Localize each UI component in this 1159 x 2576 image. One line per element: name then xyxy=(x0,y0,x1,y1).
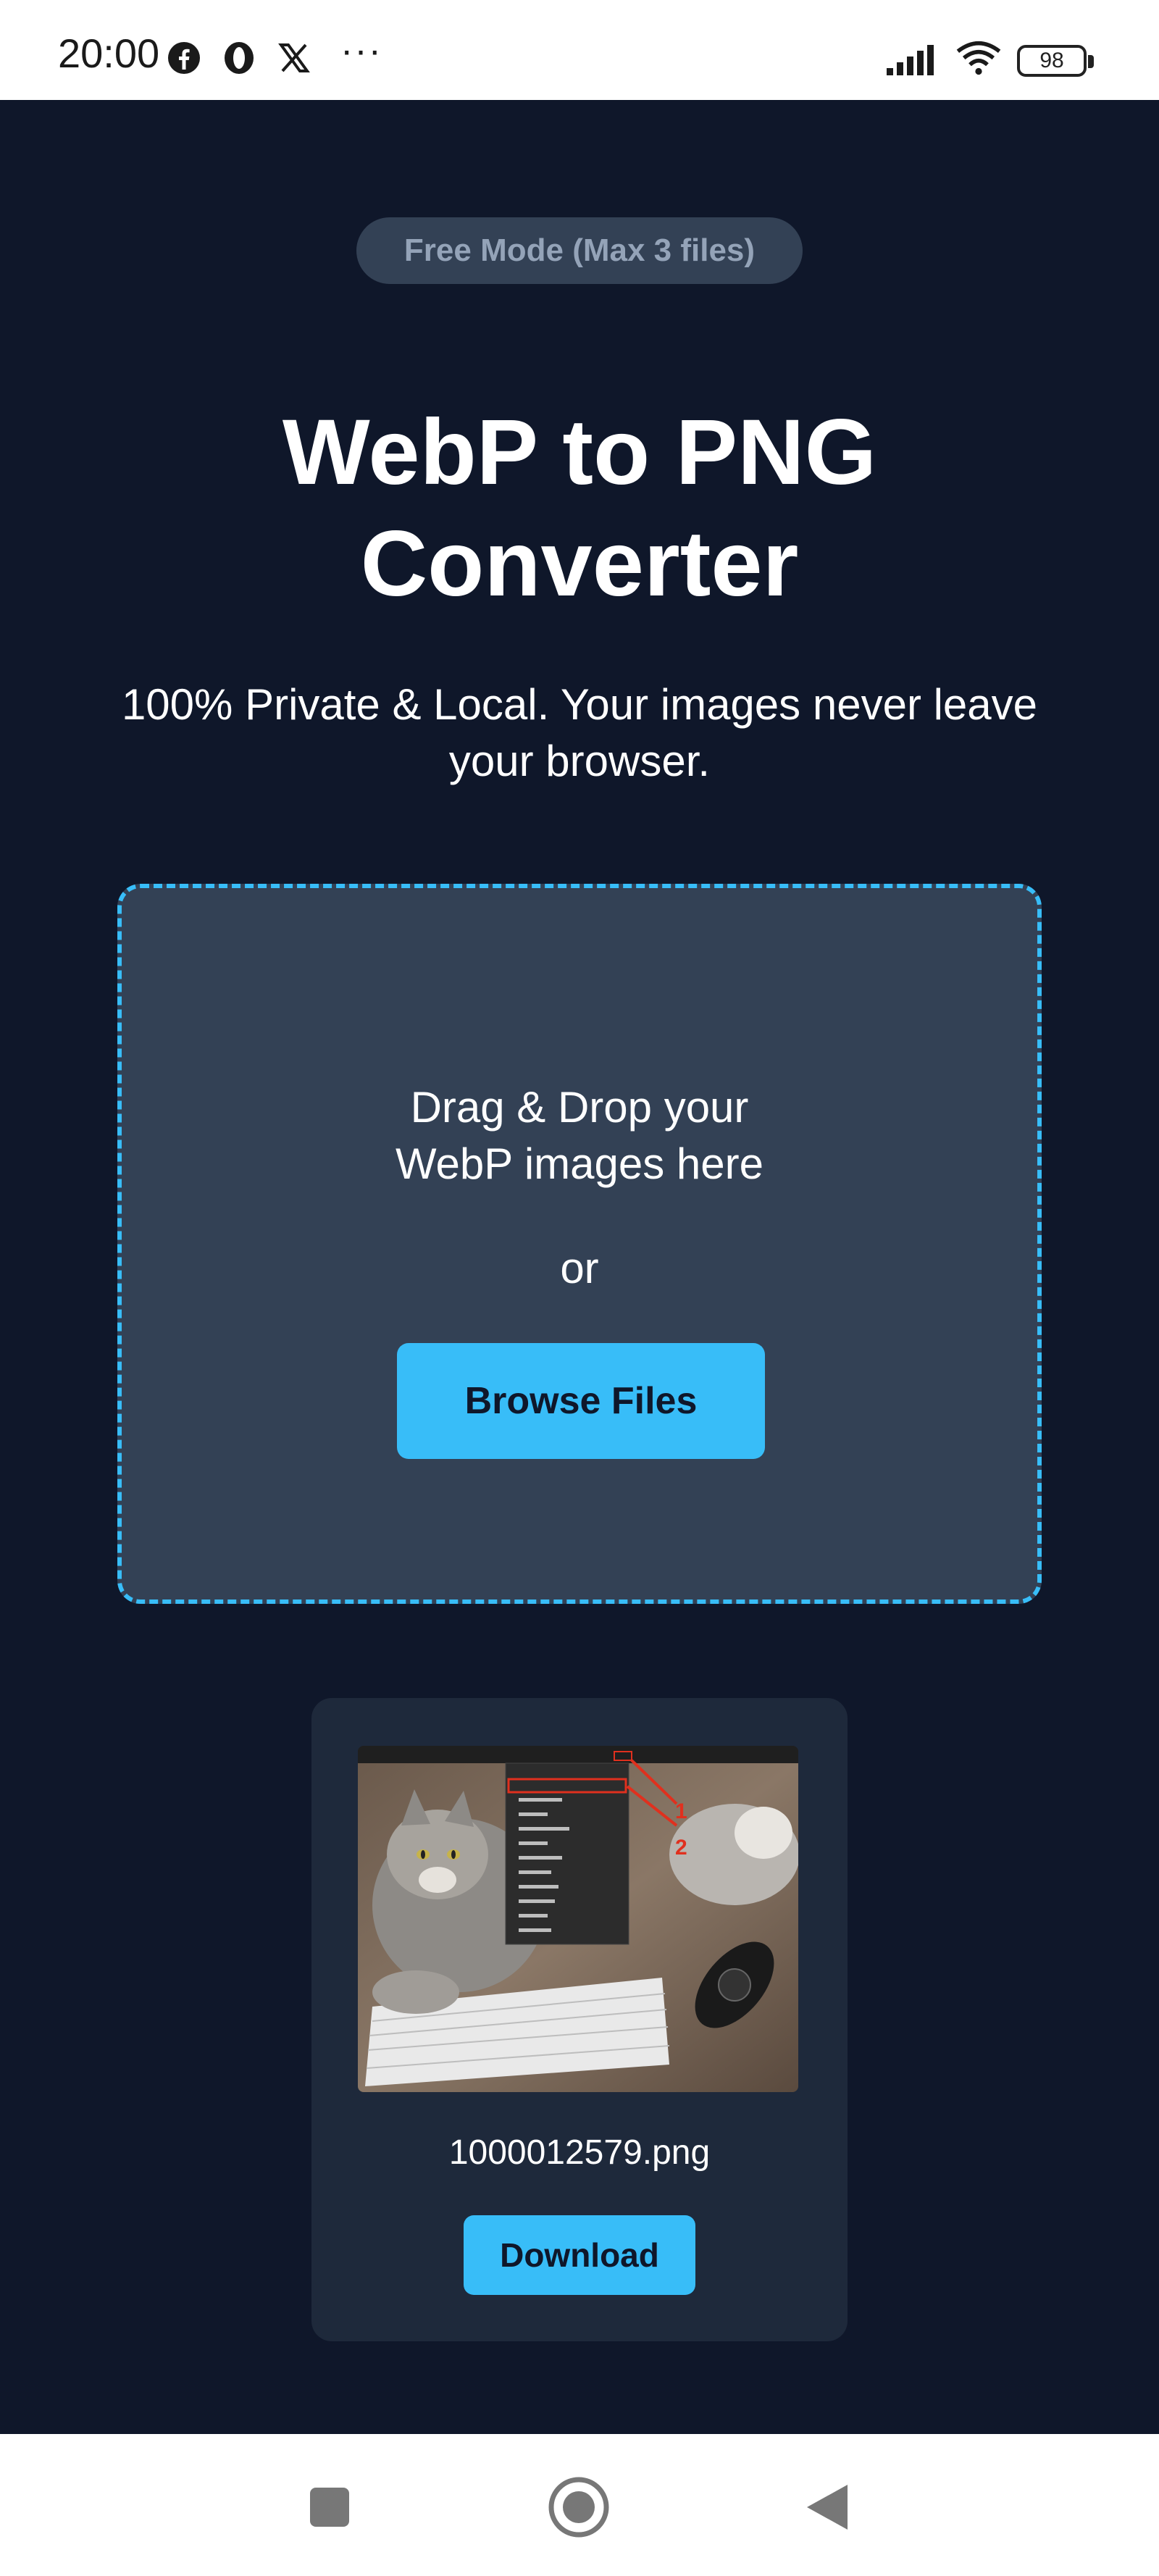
navigation-bar xyxy=(0,2434,1159,2576)
svg-text:2: 2 xyxy=(675,1836,687,1860)
mode-badge: Free Mode (Max 3 files) xyxy=(356,217,803,284)
opera-icon xyxy=(225,42,254,74)
page-title: WebP to PNG Converter xyxy=(282,401,877,616)
recents-icon[interactable] xyxy=(297,2475,362,2540)
facebook-icon xyxy=(168,42,200,74)
wifi-icon xyxy=(956,41,1001,75)
result-card: 1 2 1000012579.png Download xyxy=(311,1698,848,2341)
battery-tip xyxy=(1088,55,1094,68)
drop-zone-text: Drag & Drop your WebP images here xyxy=(395,1083,764,1188)
drop-zone[interactable]: Drag & Drop your WebP images here or Bro… xyxy=(117,884,1042,1604)
signal-icon xyxy=(887,45,934,75)
cat-photo-thumbnail: 1 2 xyxy=(358,1746,798,2092)
back-icon[interactable] xyxy=(797,2475,862,2540)
x-icon xyxy=(278,43,310,72)
status-time: 20:00 xyxy=(58,30,160,76)
drop-zone-or: or xyxy=(560,1244,599,1292)
more-notifications: ··· xyxy=(340,30,382,72)
battery-level: 98 xyxy=(1039,49,1064,72)
page-subtitle: 100% Private & Local. Your images never … xyxy=(121,680,1038,785)
battery-icon: 98 xyxy=(1017,45,1087,77)
download-button[interactable]: Download xyxy=(464,2215,695,2295)
browse-files-button[interactable]: Browse Files xyxy=(397,1343,765,1459)
home-icon[interactable] xyxy=(546,2475,611,2540)
svg-text:1: 1 xyxy=(675,1799,687,1823)
status-bar: 20:00 ··· 98 xyxy=(0,0,1159,100)
converted-image-thumbnail: 1 2 xyxy=(358,1746,798,2092)
file-name: 1000012579.png xyxy=(448,2133,711,2172)
